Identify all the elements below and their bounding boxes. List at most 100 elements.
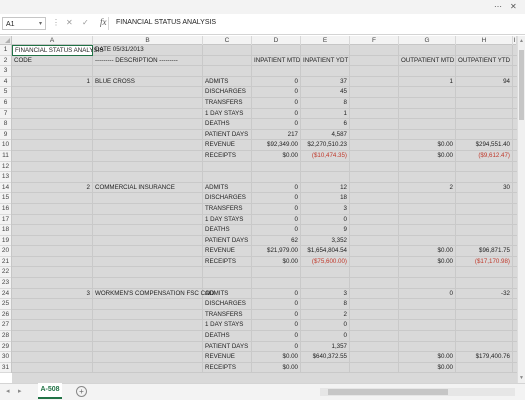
cell[interactable]: $1,654,804.54 (301, 246, 350, 257)
column-header[interactable]: H (456, 36, 513, 45)
more-options-icon[interactable]: ⋯ (494, 2, 502, 11)
cell[interactable]: 0 (252, 320, 301, 332)
cell[interactable] (350, 66, 399, 77)
cell[interactable]: 4,587 (301, 129, 350, 141)
row-header[interactable]: 3 (0, 66, 11, 77)
cell[interactable]: $96,871.75 (456, 246, 513, 257)
cancel-icon[interactable]: ✕ (66, 18, 73, 27)
cell[interactable] (93, 193, 203, 204)
cell[interactable] (399, 214, 456, 226)
cell[interactable] (12, 267, 93, 279)
cell[interactable]: ($17,170.98) (456, 256, 513, 268)
cell[interactable]: 2 (399, 182, 456, 194)
cell[interactable]: PATIENT DAYS (203, 129, 252, 141)
cell[interactable] (399, 161, 456, 173)
row-header[interactable]: 14 (0, 183, 11, 194)
row-header[interactable]: 30 (0, 352, 11, 363)
row-header[interactable]: 18 (0, 225, 11, 236)
row-header[interactable]: 25 (0, 299, 11, 310)
cell[interactable]: CODE (12, 55, 93, 67)
cell[interactable] (252, 66, 301, 77)
cell[interactable] (252, 267, 301, 279)
cell[interactable] (350, 182, 399, 194)
row-header[interactable]: 15 (0, 193, 11, 204)
cell[interactable] (399, 299, 456, 310)
cell[interactable] (350, 331, 399, 342)
row-header[interactable]: 1 (0, 45, 11, 56)
column-header[interactable]: F (350, 36, 399, 45)
cell[interactable]: DISCHARGES (203, 193, 252, 204)
cell[interactable]: 8 (301, 299, 350, 310)
cell[interactable] (93, 203, 203, 215)
cell[interactable] (12, 341, 93, 353)
cell[interactable] (350, 45, 399, 56)
cell[interactable]: 1 (12, 76, 93, 88)
row-header[interactable]: 12 (0, 162, 11, 173)
cell[interactable]: 0 (252, 108, 301, 120)
cell[interactable] (93, 256, 203, 268)
cell[interactable]: --------- DESCRIPTION --------- (93, 55, 203, 67)
cell[interactable]: 3 (12, 288, 93, 300)
cell[interactable] (350, 299, 399, 310)
cell[interactable] (301, 362, 350, 374)
cell[interactable] (12, 331, 93, 342)
cell[interactable] (456, 225, 513, 236)
cell[interactable] (203, 267, 252, 279)
cell[interactable] (93, 341, 203, 353)
cell[interactable]: 2 (301, 309, 350, 321)
cell[interactable] (456, 45, 513, 56)
cell[interactable] (399, 129, 456, 141)
row-header[interactable]: 21 (0, 257, 11, 268)
cell[interactable] (203, 45, 252, 56)
cell[interactable] (93, 97, 203, 109)
cell[interactable]: 3 (301, 203, 350, 215)
column-header[interactable]: A (12, 36, 93, 45)
row-header[interactable]: 9 (0, 130, 11, 141)
cell[interactable] (203, 172, 252, 183)
cell[interactable] (456, 235, 513, 247)
cell[interactable]: PATIENT DAYS (203, 235, 252, 247)
cell[interactable] (456, 362, 513, 374)
cell[interactable] (350, 150, 399, 162)
cell[interactable] (93, 119, 203, 130)
cell[interactable] (350, 161, 399, 173)
row-header[interactable]: 29 (0, 342, 11, 353)
cell[interactable] (456, 66, 513, 77)
cell[interactable] (93, 172, 203, 183)
cell[interactable] (12, 129, 93, 141)
cell[interactable]: RECEIPTS (203, 256, 252, 268)
cell[interactable]: 1,357 (301, 341, 350, 353)
row-header[interactable]: 5 (0, 87, 11, 98)
cell[interactable]: 12 (301, 182, 350, 194)
cell[interactable] (456, 214, 513, 226)
cell[interactable] (12, 150, 93, 162)
cell[interactable] (12, 193, 93, 204)
cell[interactable] (203, 161, 252, 173)
cell[interactable] (93, 309, 203, 321)
cell[interactable]: 2 (12, 182, 93, 194)
cell[interactable]: 3,352 (301, 235, 350, 247)
row-header[interactable]: 2 (0, 56, 11, 67)
cell[interactable]: TRANSFERS (203, 97, 252, 109)
next-sheet-icon[interactable]: ▸ (18, 387, 22, 395)
cell[interactable]: $92,349.00 (252, 140, 301, 151)
cell[interactable] (350, 119, 399, 130)
cell[interactable] (301, 161, 350, 173)
cell[interactable] (399, 235, 456, 247)
cell[interactable] (350, 140, 399, 151)
cell[interactable]: 0 (252, 309, 301, 321)
column-header[interactable]: D (252, 36, 301, 45)
row-header[interactable]: 6 (0, 98, 11, 109)
formula-input[interactable]: FINANCIAL STATUS ANALYSIS (116, 19, 216, 26)
cell[interactable]: 1 (399, 76, 456, 88)
cell[interactable] (350, 309, 399, 321)
cell[interactable] (252, 278, 301, 289)
cell[interactable] (252, 161, 301, 173)
cell[interactable]: $0.00 (399, 362, 456, 374)
cell[interactable] (350, 256, 399, 268)
cell[interactable]: 62 (252, 235, 301, 247)
cell[interactable] (456, 203, 513, 215)
cell[interactable]: $179,400.76 (456, 352, 513, 363)
cell[interactable] (93, 66, 203, 77)
scrollbar-thumb[interactable] (519, 50, 524, 120)
